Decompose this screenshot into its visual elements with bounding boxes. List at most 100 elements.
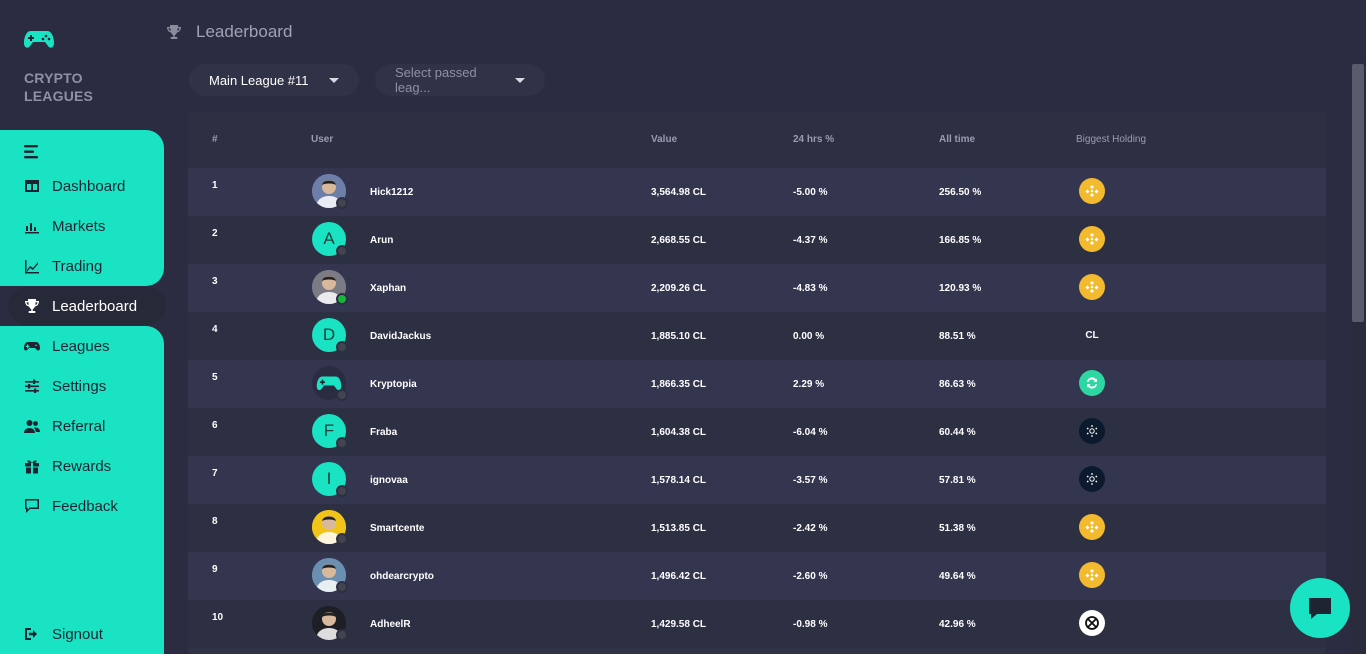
username-cell: Xaphan (370, 283, 407, 294)
passed-league-select[interactable]: Select passed leag... (375, 64, 545, 96)
table-row[interactable]: 5 Kryptopia 1,866.35 CL 2.29 % 86.63 % (188, 360, 1326, 408)
table-row[interactable]: 2 A Arun 2,668.55 CL -4.37 % 166.85 % (188, 216, 1326, 264)
table-row[interactable]: 1 Hick1212 3,564.98 CL -5.00 % 256.50 % (188, 168, 1326, 216)
table-row[interactable]: 3 Xaphan 2,209.26 CL -4.83 % 120.93 % (188, 264, 1326, 312)
sidebar-item-label: Rewards (52, 457, 112, 475)
sidebar-item-label: Markets (52, 217, 106, 235)
sidebar-item-dashboard[interactable]: Dashboard (24, 176, 125, 196)
username-cell: DavidJackus (370, 331, 432, 342)
users-icon (24, 420, 40, 433)
username-cell: ignovaa (370, 475, 408, 486)
gamepad-icon (24, 31, 54, 48)
avatar[interactable] (312, 558, 348, 593)
sidebar-item-rewards[interactable]: Rewards (24, 456, 111, 476)
change-24h-cell: -4.37 % (793, 235, 828, 246)
status-dot (336, 293, 348, 305)
rank-cell: 9 (212, 564, 218, 575)
brand: CRYPTO LEAGUES (24, 28, 164, 105)
table-row[interactable]: 7 Iignovaa 1,578.14 CL -3.57 % 57.81 % (188, 456, 1326, 504)
avatar[interactable]: I (312, 462, 348, 497)
scrollbar-thumb[interactable] (1352, 64, 1364, 322)
status-dot (336, 533, 348, 545)
all-time-cell: 166.85 % (939, 235, 982, 246)
rank-cell: 3 (212, 276, 218, 287)
gift-icon (25, 460, 39, 474)
rank-cell: 4 (212, 324, 218, 335)
dashboard-icon (25, 180, 39, 192)
chat-icon (25, 499, 39, 513)
sidebar-item-settings[interactable]: Settings (24, 376, 106, 396)
avatar[interactable] (312, 174, 348, 209)
avatar-initial: I (326, 469, 332, 488)
username-cell: Smartcente (370, 523, 425, 534)
sidebar-item-label: Referral (52, 417, 106, 435)
status-dot (336, 629, 348, 641)
all-time-cell: 51.38 % (939, 523, 976, 534)
avatar[interactable]: F (312, 414, 348, 449)
change-24h-cell: -2.42 % (793, 523, 828, 534)
cardano-icon (1079, 418, 1105, 444)
table-row[interactable]: 9 ohdearcrypto 1,496.42 CL -2.60 % 49.64 % (188, 552, 1326, 600)
avatar[interactable]: D (312, 318, 348, 353)
value-cell: 1,578.14 CL (651, 475, 707, 486)
trophy-icon (167, 25, 181, 39)
value-cell: 2,668.55 CL (651, 235, 707, 246)
table-row[interactable]: 8 Smartcente 1,513.85 CL -2.42 % 51.38 % (188, 504, 1326, 552)
rank-cell: 8 (212, 516, 218, 527)
table-row[interactable]: 4 D DavidJackus 1,885.10 CL 0.00 % 88.51 % CL (188, 312, 1326, 360)
sidebar-item-leagues[interactable]: Leagues (24, 336, 110, 356)
chat-widget-button[interactable] (1290, 578, 1350, 638)
sidebar-item-markets[interactable]: Markets (24, 216, 105, 236)
sidebar-item-trading[interactable]: Trading (24, 256, 102, 276)
username-cell: Hick1212 (370, 187, 414, 198)
signout-button[interactable]: Signout (24, 624, 103, 644)
sidebar-item-label: Trading (52, 257, 103, 275)
page-title: Leaderboard (196, 22, 293, 41)
change-24h-cell: -3.57 % (793, 475, 828, 486)
value-cell: 1,866.35 CL (651, 379, 707, 390)
rank-cell: 10 (212, 612, 224, 623)
table-row[interactable]: 6 F Fraba 1,604.38 CL -6.04 % 60.44 % (188, 408, 1326, 456)
table-row[interactable]: 10 AdheelR 1,429.58 CL -0.98 % 42.96 % (188, 600, 1326, 648)
avatar[interactable]: A (312, 222, 348, 257)
column-header-24h: 24 hrs % (793, 134, 835, 145)
all-time-cell: 49.64 % (939, 571, 976, 582)
avatar[interactable] (312, 510, 348, 545)
bar-chart-icon (25, 223, 39, 234)
rank-cell: 2 (212, 228, 218, 239)
status-dot (336, 485, 348, 497)
column-header-biggest-holding: Biggest Holding (1076, 134, 1147, 145)
change-24h-cell: -5.00 % (793, 187, 828, 198)
all-time-cell: 256.50 % (939, 187, 982, 198)
chat-bubble-icon (1309, 598, 1331, 619)
sidebar-item-leaderboard[interactable]: Leaderboard (8, 287, 166, 325)
ox-icon (1079, 610, 1105, 636)
avatar[interactable] (312, 270, 348, 305)
hamburger-menu-icon[interactable] (24, 144, 40, 160)
sidebar-item-feedback[interactable]: Feedback (24, 496, 118, 516)
change-24h-cell: -6.04 % (793, 427, 828, 438)
sidebar-item-label: Dashboard (52, 177, 126, 195)
avatar[interactable] (312, 606, 348, 641)
sidebar-item-referral[interactable]: Referral (24, 416, 105, 436)
league-select-value: Main League #11 (209, 72, 309, 88)
trophy-icon (25, 299, 39, 313)
avatar[interactable] (312, 366, 348, 401)
change-24h-cell: -4.83 % (793, 283, 828, 294)
swap-icon (1079, 370, 1105, 396)
sidebar-item-label: Settings (52, 377, 107, 395)
bnb-icon (1079, 274, 1105, 300)
line-chart-icon (25, 260, 39, 274)
value-cell: 1,496.42 CL (651, 571, 707, 582)
avatar-initial: D (322, 325, 336, 344)
leaderboard-table: # User Value 24 hrs % All time Biggest H… (188, 112, 1326, 654)
all-time-cell: 60.44 % (939, 427, 976, 438)
username-cell: ohdearcrypto (370, 571, 434, 582)
league-select[interactable]: Main League #11 (189, 64, 359, 96)
status-dot (336, 389, 348, 401)
status-dot (336, 341, 348, 353)
sidebar-item-label: Leagues (52, 337, 110, 355)
rank-cell: 6 (212, 420, 218, 431)
avatar-initial: A (323, 229, 335, 248)
sliders-icon (25, 379, 39, 393)
